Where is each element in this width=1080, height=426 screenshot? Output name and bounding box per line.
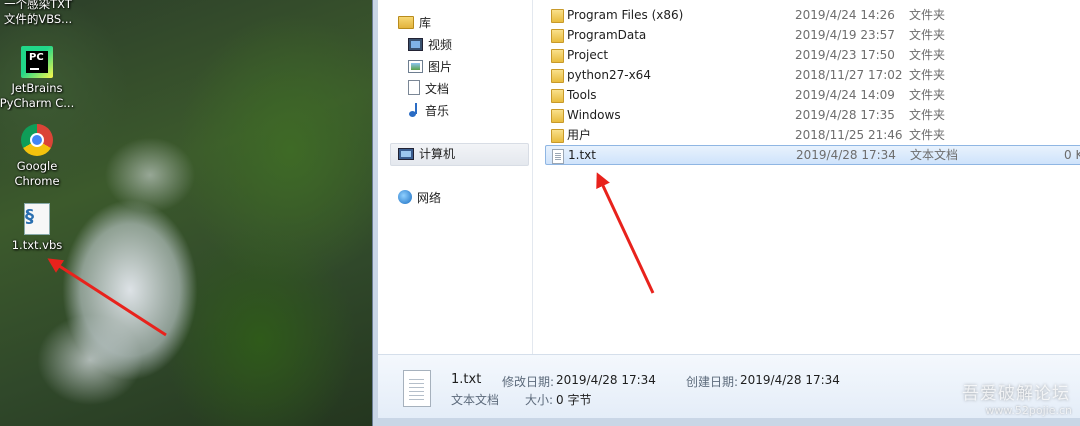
file-type: 文本文档 xyxy=(910,148,959,162)
details-created-label: 创建日期: xyxy=(686,375,739,389)
desktop: 一个感染TXT 文件的VBS... PC JetBrains PyCharm C… xyxy=(0,0,372,426)
desktop-icon-vbs[interactable]: § 1.txt.vbs xyxy=(0,203,77,253)
folder-icon xyxy=(551,109,564,123)
text-file-icon xyxy=(552,149,564,164)
file-date: 2019/4/19 23:57 xyxy=(795,28,895,42)
desktop-top-label-1: 一个感染TXT xyxy=(4,0,72,11)
watermark-url: www.52pojie.cn xyxy=(985,404,1072,417)
file-type: 文件夹 xyxy=(909,28,946,42)
file-preview-icon xyxy=(403,370,431,407)
file-row[interactable]: ProgramData 2019/4/19 23:57 文件夹 xyxy=(545,25,1080,45)
details-modified-value: 2019/4/28 17:34 xyxy=(556,373,656,387)
document-icon xyxy=(408,80,420,95)
file-name: Tools xyxy=(567,88,597,102)
nav-label: 计算机 xyxy=(419,147,456,161)
file-type: 文件夹 xyxy=(909,108,946,122)
desktop-icon-label: PyCharm C... xyxy=(0,96,75,110)
file-name: Windows xyxy=(567,108,621,122)
file-type: 文件夹 xyxy=(909,128,946,142)
nav-label: 视频 xyxy=(428,38,453,52)
file-row[interactable]: Program Files (x86) 2019/4/24 14:26 文件夹 xyxy=(545,5,1080,25)
video-icon xyxy=(408,38,423,51)
file-type: 文件夹 xyxy=(909,8,946,22)
folder-icon xyxy=(551,69,564,83)
desktop-icon-pycharm[interactable]: PC JetBrains PyCharm C... xyxy=(0,46,77,111)
details-modified-label: 修改日期: xyxy=(502,375,555,389)
desktop-top-label-2: 文件的VBS... xyxy=(3,12,73,26)
file-row[interactable]: Project 2019/4/23 17:50 文件夹 xyxy=(545,45,1080,65)
file-row[interactable]: 用户 2018/11/25 21:46 文件夹 xyxy=(545,125,1080,145)
desktop-icon-label: Chrome xyxy=(14,174,60,188)
nav-item-computer[interactable]: 计算机 xyxy=(398,144,455,164)
details-size-value: 0 字节 xyxy=(556,393,592,407)
details-filename: 1.txt xyxy=(451,372,482,387)
nav-item-pictures[interactable]: 图片 xyxy=(408,57,452,77)
picture-icon xyxy=(408,60,423,73)
file-name: 用户 xyxy=(567,128,592,142)
vbs-script-icon: § xyxy=(24,203,50,235)
desktop-icon-label: 1.txt.vbs xyxy=(11,238,63,252)
explorer-content: 库 视频 图片 文档 音乐 计算机 网络 Program Files (x86)… xyxy=(378,0,1080,418)
desktop-top-item[interactable]: 一个感染TXT 文件的VBS... xyxy=(0,0,80,27)
file-date: 2019/4/23 17:50 xyxy=(795,48,895,62)
chrome-icon xyxy=(21,124,53,156)
file-row[interactable]: 1.txt 2019/4/28 17:34 文本文档 0 KB xyxy=(545,145,1080,165)
navigation-pane: 库 视频 图片 文档 音乐 计算机 网络 xyxy=(378,0,533,354)
library-icon xyxy=(398,16,414,29)
file-type: 文件夹 xyxy=(909,68,946,82)
nav-item-library[interactable]: 库 xyxy=(398,13,431,33)
nav-item-music[interactable]: 音乐 xyxy=(408,101,449,121)
file-list: Program Files (x86) 2019/4/24 14:26 文件夹 Pro… xyxy=(533,0,1080,354)
file-date: 2019/4/28 17:35 xyxy=(795,108,895,122)
details-size-label: 大小: xyxy=(525,393,554,407)
nav-item-network[interactable]: 网络 xyxy=(398,188,441,208)
file-name: ProgramData xyxy=(567,28,647,42)
file-date: 2019/4/24 14:09 xyxy=(795,88,895,102)
network-icon xyxy=(398,190,412,204)
desktop-icon-label: JetBrains xyxy=(11,81,63,95)
folder-icon xyxy=(551,29,564,43)
file-name: Project xyxy=(567,48,609,62)
file-size: 0 KB xyxy=(1064,148,1080,162)
nav-item-documents[interactable]: 文档 xyxy=(408,79,449,99)
file-type: 文件夹 xyxy=(909,88,946,102)
file-type: 文件夹 xyxy=(909,48,946,62)
watermark-title: 吾爱破解论坛 xyxy=(962,384,1070,404)
vbs-script-icon-wrap: § xyxy=(21,203,53,235)
file-date: 2018/11/25 21:46 xyxy=(795,128,903,142)
folder-icon xyxy=(551,89,564,103)
nav-item-video[interactable]: 视频 xyxy=(408,35,452,55)
nav-label: 图片 xyxy=(428,60,453,74)
desktop-icon-label: Google xyxy=(16,159,58,173)
folder-icon xyxy=(551,49,564,63)
music-icon xyxy=(408,103,420,117)
folder-icon xyxy=(551,9,564,23)
nav-label: 音乐 xyxy=(425,104,450,118)
nav-label: 库 xyxy=(419,16,432,30)
file-date: 2018/11/27 17:02 xyxy=(795,68,903,82)
file-name: 1.txt xyxy=(568,148,596,162)
folder-icon xyxy=(551,129,564,143)
nav-label: 网络 xyxy=(417,191,442,205)
file-date: 2019/4/28 17:34 xyxy=(796,148,896,162)
file-name: Program Files (x86) xyxy=(567,8,684,22)
file-row[interactable]: Windows 2019/4/28 17:35 文件夹 xyxy=(545,105,1080,125)
computer-icon xyxy=(398,148,414,160)
pycharm-icon: PC xyxy=(21,46,53,78)
details-created-value: 2019/4/28 17:34 xyxy=(740,373,840,387)
file-row[interactable]: Tools 2019/4/24 14:09 文件夹 xyxy=(545,85,1080,105)
desktop-icon-chrome[interactable]: Google Chrome xyxy=(0,124,77,189)
explorer-window: 库 视频 图片 文档 音乐 计算机 网络 Program Files (x86)… xyxy=(372,0,1080,426)
file-name: python27-x64 xyxy=(567,68,651,82)
file-row[interactable]: python27-x64 2018/11/27 17:02 文件夹 xyxy=(545,65,1080,85)
nav-label: 文档 xyxy=(425,82,450,96)
file-date: 2019/4/24 14:26 xyxy=(795,8,895,22)
details-filetype: 文本文档 xyxy=(451,393,500,407)
